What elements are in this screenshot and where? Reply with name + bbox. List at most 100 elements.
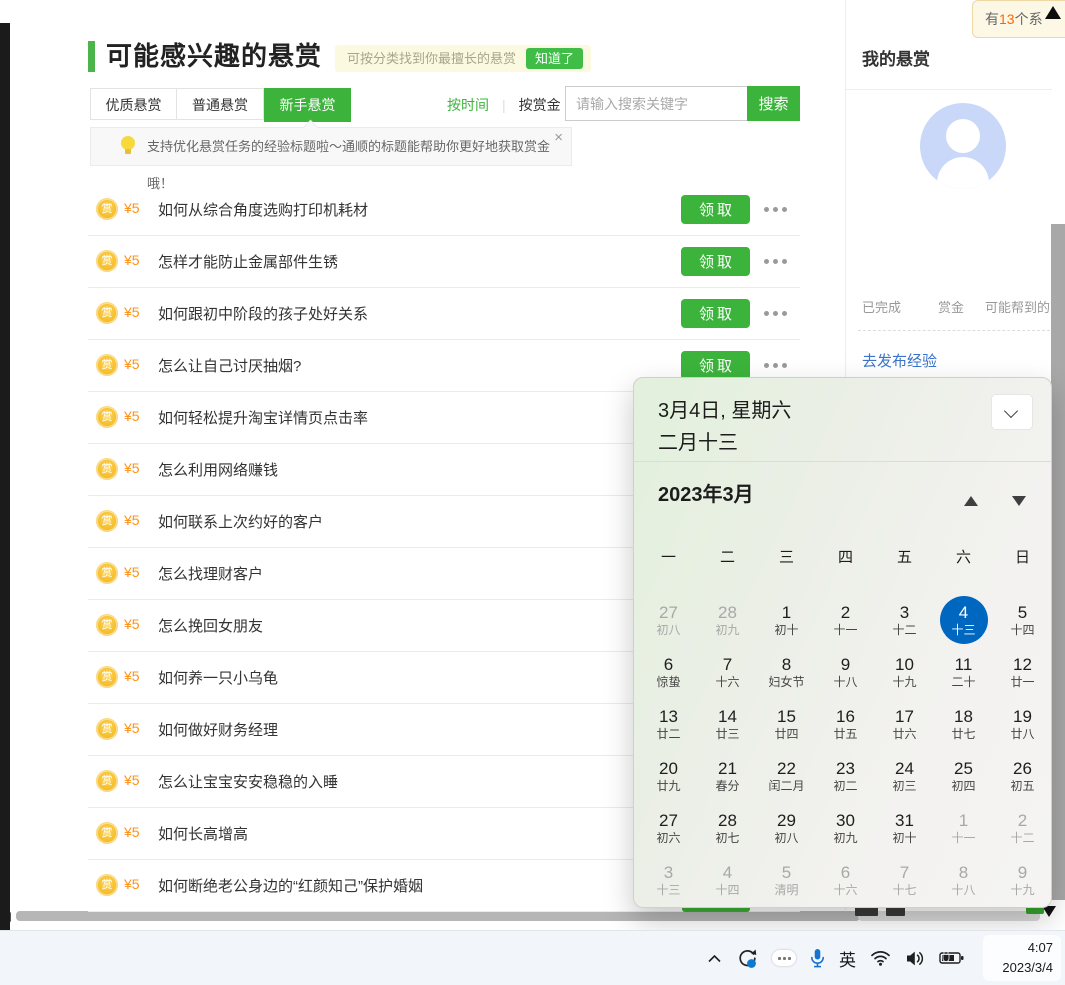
- reward-coin-icon: 赏: [96, 406, 118, 428]
- calendar-day[interactable]: 1十一: [934, 802, 993, 854]
- calendar-day[interactable]: 18廿七: [934, 698, 993, 750]
- calendar-day[interactable]: 28初七: [698, 802, 757, 854]
- day-lunar-label: 十八: [951, 883, 975, 898]
- day-lunar-label: 廿二: [656, 727, 680, 742]
- calendar-day[interactable]: 29初八: [757, 802, 816, 854]
- calendar-day[interactable]: 9十八: [816, 646, 875, 698]
- sync-status-icon[interactable]: [736, 947, 758, 969]
- more-options-icon[interactable]: [764, 363, 787, 368]
- calendar-collapse-button[interactable]: [991, 394, 1033, 430]
- calendar-day[interactable]: 30初九: [816, 802, 875, 854]
- calendar-day[interactable]: 26初五: [993, 750, 1052, 802]
- microphone-icon[interactable]: [810, 948, 825, 969]
- sort-by-reward[interactable]: 按赏金: [519, 95, 561, 115]
- claim-button[interactable]: 领取: [681, 195, 750, 224]
- bounty-title-link[interactable]: 怎么挽回女朋友: [158, 615, 263, 636]
- calendar-day[interactable]: 12廿一: [993, 646, 1052, 698]
- scroll-up-arrow-icon[interactable]: [1045, 6, 1061, 19]
- calendar-day[interactable]: 5清明: [757, 854, 816, 906]
- tray-pill-icon[interactable]: [772, 950, 796, 966]
- calendar-day[interactable]: 3十二: [875, 594, 934, 646]
- bounty-title-link[interactable]: 如何断绝老公身边的“红颜知己”保护婚姻: [158, 875, 423, 896]
- claim-button[interactable]: 领取: [681, 247, 750, 276]
- calendar-day[interactable]: 22闰二月: [757, 750, 816, 802]
- day-lunar-label: 初七: [715, 831, 739, 846]
- bounty-title-link[interactable]: 怎么让宝宝安安稳稳的入睡: [158, 771, 338, 792]
- calendar-day[interactable]: 28初九: [698, 594, 757, 646]
- bounty-title-link[interactable]: 如何长高增高: [158, 823, 248, 844]
- volume-icon[interactable]: [905, 950, 925, 967]
- calendar-day[interactable]: 9十九: [993, 854, 1052, 906]
- tray-overflow-chevron-icon[interactable]: [707, 953, 722, 964]
- bounty-title-link[interactable]: 怎样才能防止金属部件生锈: [158, 251, 338, 272]
- bounty-title-link[interactable]: 怎么让自己讨厌抽烟?: [158, 355, 301, 376]
- claim-button[interactable]: 领取: [681, 299, 750, 328]
- calendar-day[interactable]: 17廿六: [875, 698, 934, 750]
- calendar-day[interactable]: 8妇女节: [757, 646, 816, 698]
- more-options-icon[interactable]: [764, 207, 787, 212]
- calendar-day[interactable]: 14廿三: [698, 698, 757, 750]
- bounty-title-link[interactable]: 如何做好财务经理: [158, 719, 278, 740]
- calendar-day[interactable]: 25初四: [934, 750, 993, 802]
- search-button[interactable]: 搜索: [747, 86, 800, 121]
- avatar[interactable]: [920, 103, 1006, 189]
- publish-experience-link[interactable]: 去发布经验: [862, 350, 937, 371]
- calendar-day[interactable]: 27初六: [639, 802, 698, 854]
- calendar-day[interactable]: 24初三: [875, 750, 934, 802]
- reward-coin-icon: 赏: [96, 510, 118, 532]
- calendar-day[interactable]: 8十八: [934, 854, 993, 906]
- calendar-day[interactable]: 2十一: [816, 594, 875, 646]
- stat-may-help[interactable]: 可能帮到的: [985, 300, 1050, 315]
- calendar-day[interactable]: 7十七: [875, 854, 934, 906]
- tab-新手悬赏[interactable]: 新手悬赏: [264, 88, 351, 122]
- bounty-title-link[interactable]: 如何从综合角度选购打印机耗材: [158, 199, 368, 220]
- bounty-title-link[interactable]: 怎么找理财客户: [158, 563, 263, 584]
- bounty-title-link[interactable]: 怎么利用网络赚钱: [158, 459, 278, 480]
- bounty-title-link[interactable]: 如何联系上次约好的客户: [158, 511, 323, 532]
- calendar-day[interactable]: 31初十: [875, 802, 934, 854]
- wifi-icon[interactable]: [870, 950, 891, 966]
- battery-charging-icon[interactable]: [939, 951, 965, 965]
- taskbar-clock[interactable]: 4:07 2023/3/4: [983, 935, 1061, 981]
- day-number: 2: [1018, 810, 1027, 831]
- calendar-day[interactable]: 5十四: [993, 594, 1052, 646]
- bounty-title-link[interactable]: 如何跟初中阶段的孩子处好关系: [158, 303, 368, 324]
- calendar-day[interactable]: 6惊蛰: [639, 646, 698, 698]
- calendar-day[interactable]: 15廿四: [757, 698, 816, 750]
- tab-优质悬赏[interactable]: 优质悬赏: [90, 88, 177, 120]
- notice-close-icon[interactable]: ×: [554, 129, 563, 146]
- input-language-indicator[interactable]: 英: [839, 946, 856, 971]
- calendar-day[interactable]: 7十六: [698, 646, 757, 698]
- calendar-day[interactable]: 10十九: [875, 646, 934, 698]
- calendar-day[interactable]: 4十四: [698, 854, 757, 906]
- more-options-icon[interactable]: [764, 311, 787, 316]
- tab-普通悬赏[interactable]: 普通悬赏: [177, 88, 264, 120]
- claim-button[interactable]: 领取: [681, 351, 750, 380]
- calendar-prev-month-icon[interactable]: [964, 496, 978, 506]
- calendar-day-selected[interactable]: 4十三: [934, 594, 993, 646]
- calendar-day[interactable]: 11二十: [934, 646, 993, 698]
- calendar-day[interactable]: 2十二: [993, 802, 1052, 854]
- calendar-day[interactable]: 23初二: [816, 750, 875, 802]
- bounty-title-link[interactable]: 如何养一只小乌龟: [158, 667, 278, 688]
- horizontal-scrollbar-thumb[interactable]: [16, 911, 860, 921]
- calendar-month-label[interactable]: 2023年3月: [658, 478, 754, 507]
- vertical-scrollbar-thumb[interactable]: [1051, 224, 1065, 900]
- calendar-day[interactable]: 27初八: [639, 594, 698, 646]
- calendar-day[interactable]: 21春分: [698, 750, 757, 802]
- stat-reward[interactable]: 赏金: [938, 300, 964, 315]
- calendar-day[interactable]: 6十六: [816, 854, 875, 906]
- calendar-day[interactable]: 20廿九: [639, 750, 698, 802]
- calendar-day[interactable]: 16廿五: [816, 698, 875, 750]
- calendar-day[interactable]: 19廿八: [993, 698, 1052, 750]
- calendar-next-month-icon[interactable]: [1012, 496, 1026, 506]
- calendar-day[interactable]: 3十三: [639, 854, 698, 906]
- got-it-button[interactable]: 知道了: [526, 48, 583, 69]
- stat-completed[interactable]: 已完成: [862, 300, 901, 315]
- calendar-day[interactable]: 13廿二: [639, 698, 698, 750]
- sort-by-time[interactable]: 按时间: [447, 95, 489, 115]
- search-input[interactable]: [565, 86, 752, 121]
- bounty-title-link[interactable]: 如何轻松提升淘宝详情页点击率: [158, 407, 368, 428]
- calendar-day[interactable]: 1初十: [757, 594, 816, 646]
- more-options-icon[interactable]: [764, 259, 787, 264]
